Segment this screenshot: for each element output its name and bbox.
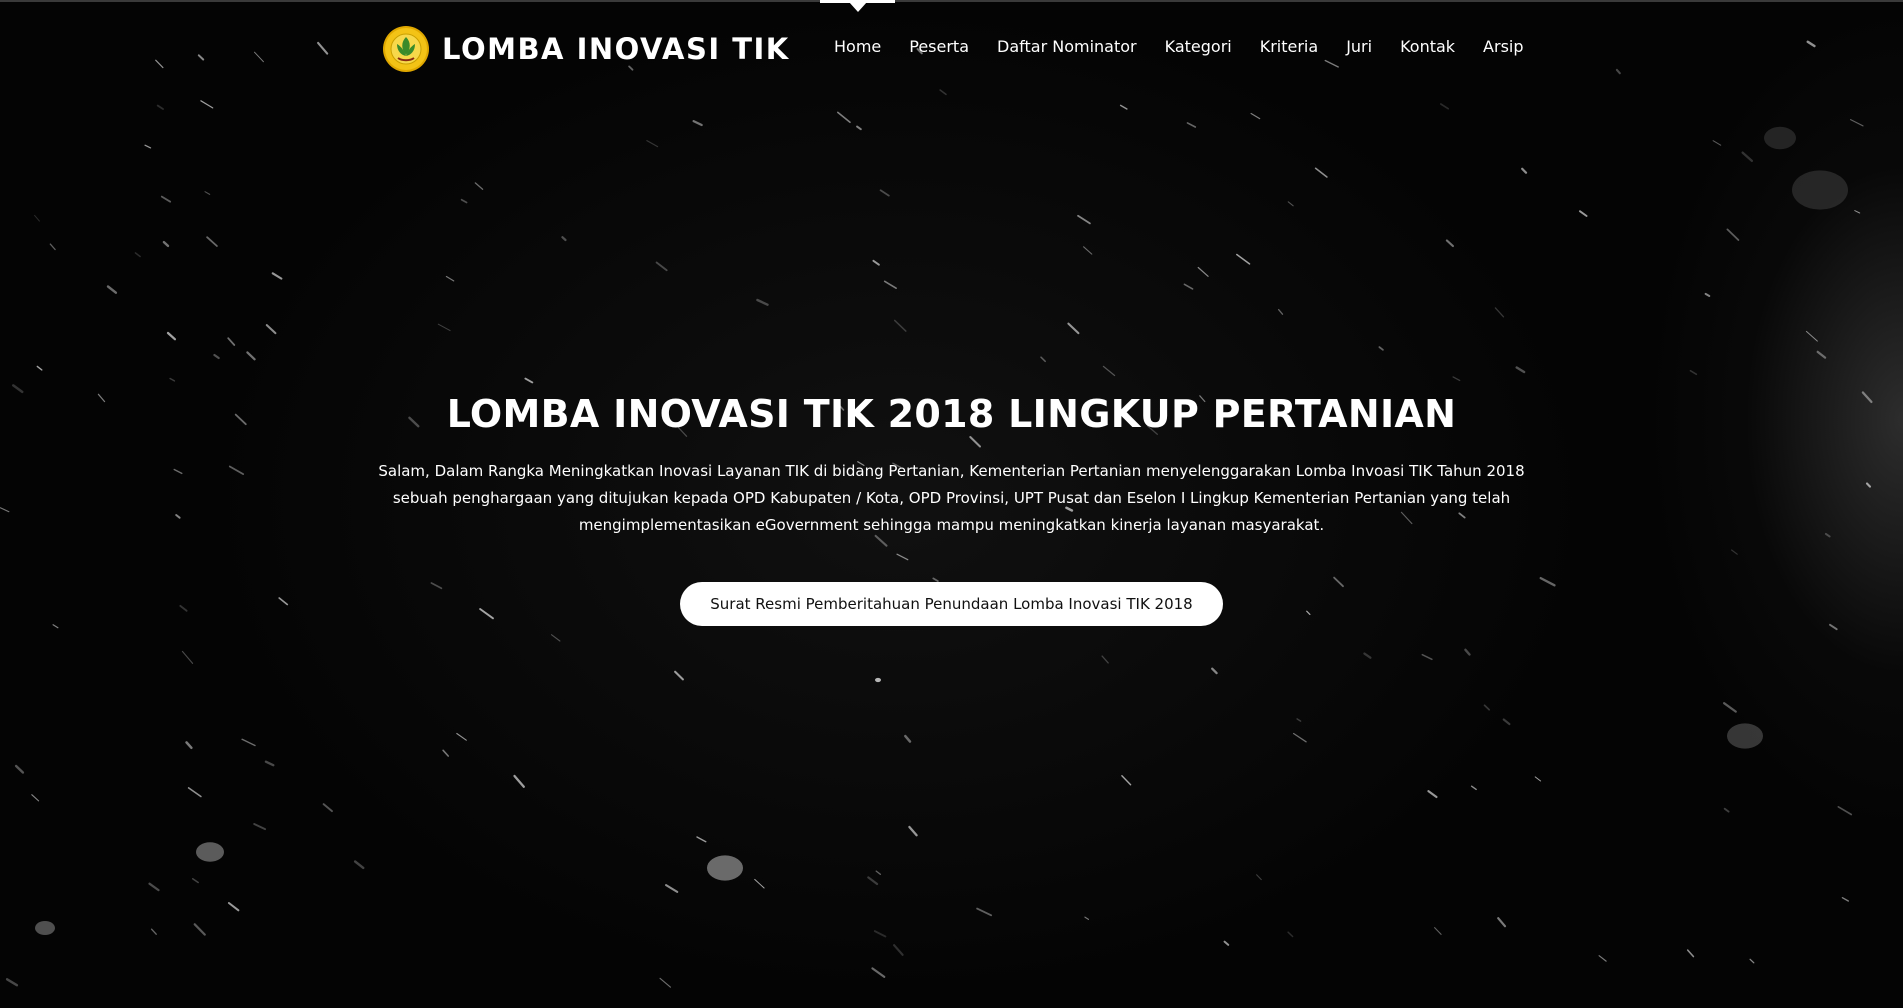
brand-name: LOMBA INOVASI TIK (442, 32, 790, 66)
nav-link-home[interactable]: Home (834, 37, 881, 56)
official-letter-button[interactable]: Surat Resmi Pemberitahuan Penundaan Lomb… (680, 582, 1223, 626)
nav-item-kontak: Kontak (1386, 0, 1469, 92)
main-nav: Home Peserta Daftar Nominator Kategori K… (820, 0, 1538, 92)
nav-item-peserta: Peserta (895, 0, 983, 92)
nav-item-kriteria: Kriteria (1246, 0, 1332, 92)
ministry-emblem-icon (383, 26, 429, 72)
nav-link-daftar-nominator[interactable]: Daftar Nominator (997, 37, 1137, 56)
active-indicator (848, 2, 867, 12)
nav-link-kategori[interactable]: Kategori (1165, 37, 1232, 56)
navbar: LOMBA INOVASI TIK Home Peserta Daftar No… (0, 0, 1903, 92)
brand-home-link[interactable]: LOMBA INOVASI TIK (382, 24, 790, 74)
hero-title: LOMBA INOVASI TIK 2018 LINGKUP PERTANIAN (446, 392, 1457, 436)
nav-item-home: Home (820, 0, 896, 92)
nav-link-kontak[interactable]: Kontak (1400, 37, 1455, 56)
hero-section: LOMBA INOVASI TIK 2018 LINGKUP PERTANIAN… (360, 384, 1543, 626)
nav-item-juri: Juri (1332, 0, 1386, 92)
hero-background: LOMBA INOVASI TIK Home Peserta Daftar No… (0, 0, 1903, 1008)
nav-item-daftar-nominator: Daftar Nominator (983, 0, 1151, 92)
nav-link-arsip[interactable]: Arsip (1483, 37, 1523, 56)
nav-item-kategori: Kategori (1151, 0, 1246, 92)
nav-link-kriteria[interactable]: Kriteria (1260, 37, 1318, 56)
nav-link-juri[interactable]: Juri (1346, 37, 1372, 56)
nav-link-peserta[interactable]: Peserta (909, 37, 969, 56)
nav-item-arsip: Arsip (1469, 0, 1537, 92)
hero-description: Salam, Dalam Rangka Meningkatkan Inovasi… (378, 462, 1525, 534)
